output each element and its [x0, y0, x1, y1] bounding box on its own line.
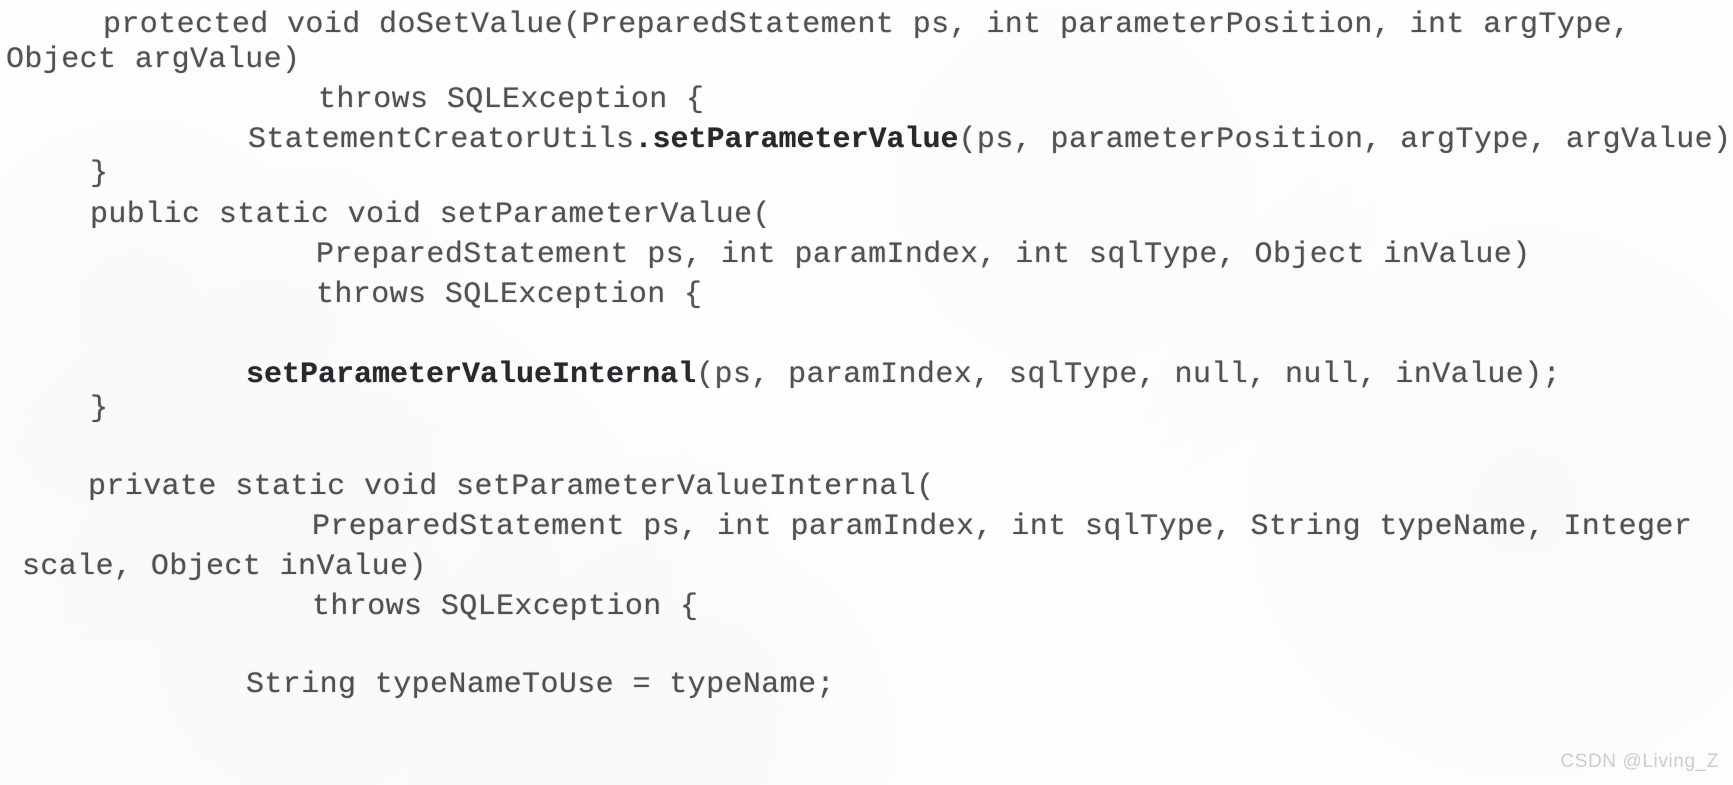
code-line: public static void setParameterValue( [90, 198, 771, 232]
code-line: setParameterValueInternal(ps, paramIndex… [246, 358, 1561, 392]
code-token: scale, Object inValue) [22, 550, 427, 584]
code-line: String typeNameToUse = typeName; [246, 668, 835, 702]
code-line: PreparedStatement ps, int paramIndex, in… [316, 238, 1531, 272]
document-page: protected void doSetValue(PreparedStatem… [0, 0, 1733, 785]
csdn-watermark: CSDN @Living_Z [1560, 751, 1719, 772]
code-line: PreparedStatement ps, int paramIndex, in… [312, 510, 1692, 544]
code-line: StatementCreatorUtils.setParameterValue(… [248, 123, 1733, 157]
code-token: throws SQLException { [312, 590, 699, 624]
code-token: (ps, paramIndex, sqlType, null, null, in… [696, 358, 1562, 392]
code-token: throws SQLException { [318, 83, 705, 117]
code-token: public static void setParameterValue( [90, 198, 771, 232]
code-line: throws SQLException { [312, 590, 698, 624]
code-line: Object argValue) [6, 43, 300, 77]
code-line: } [90, 392, 108, 426]
code-line: protected void doSetValue(PreparedStatem… [103, 8, 1630, 42]
code-line: scale, Object inValue) [22, 550, 427, 584]
code-token: String typeNameToUse = typeName; [246, 668, 835, 702]
code-token: StatementCreatorUtils [248, 123, 635, 157]
code-token: private static void setParameterValueInt… [88, 470, 935, 504]
code-line: throws SQLException { [318, 83, 704, 117]
code-token: (ps, parameterPosition, argType, argValu… [958, 123, 1733, 157]
code-line: } [90, 157, 108, 191]
code-line: private static void setParameterValueInt… [88, 470, 935, 504]
code-token: throws SQLException { [316, 278, 703, 312]
code-token: } [90, 157, 109, 191]
code-token: protected void doSetValue(PreparedStatem… [103, 8, 1631, 42]
code-token: PreparedStatement ps, int paramIndex, in… [316, 238, 1531, 272]
code-token: PreparedStatement ps, int paramIndex, in… [312, 510, 1693, 544]
code-line: throws SQLException { [316, 278, 702, 312]
code-token-emphasized: .setParameterValue [634, 123, 959, 157]
code-token: Object argValue) [6, 43, 301, 77]
code-token: } [90, 392, 109, 426]
code-token-emphasized: setParameterValueInternal [246, 358, 697, 392]
